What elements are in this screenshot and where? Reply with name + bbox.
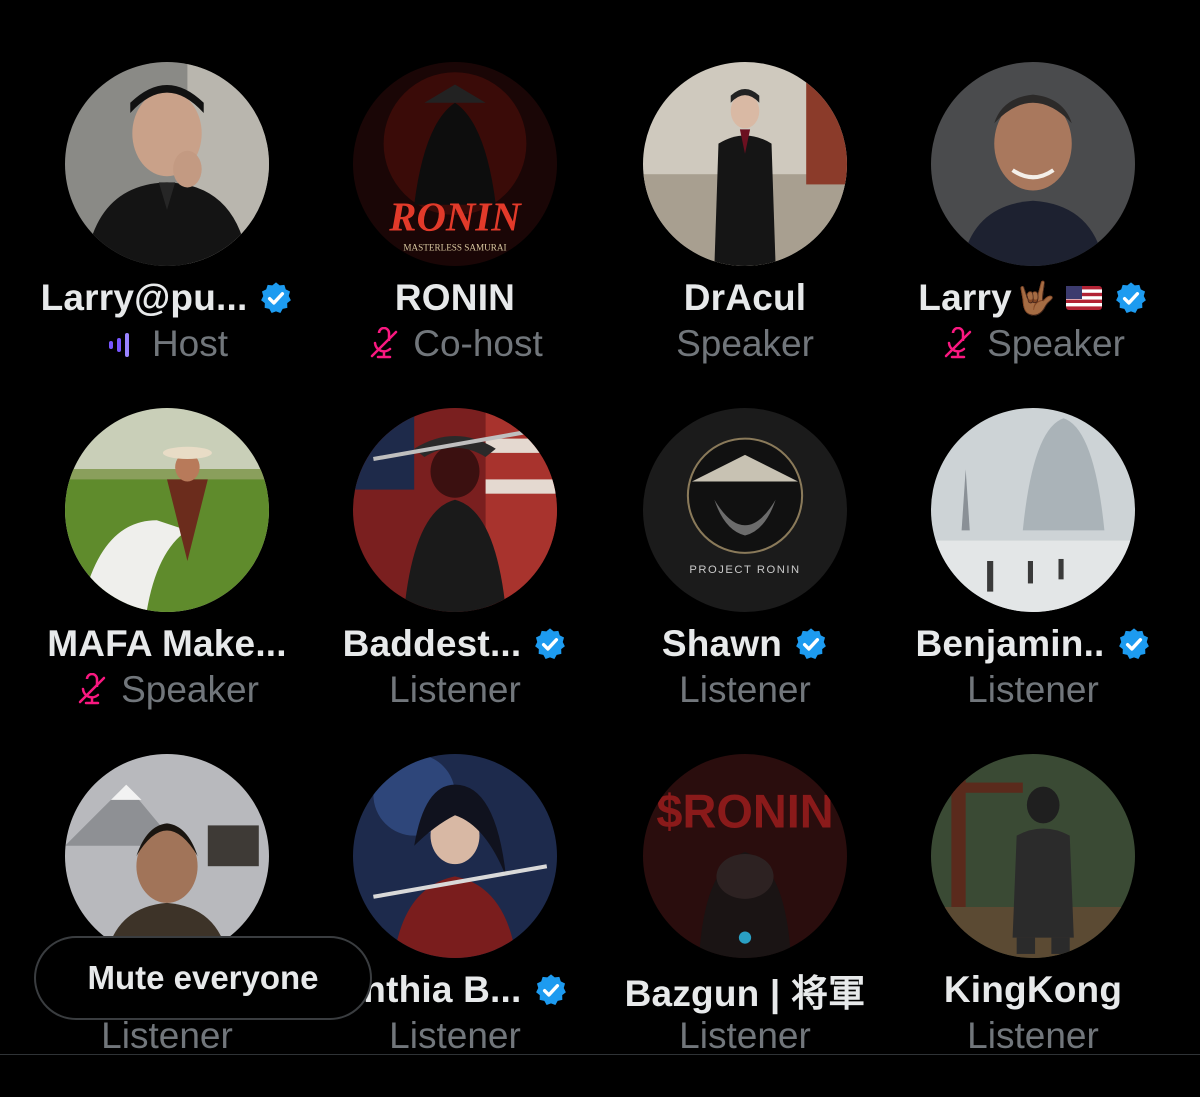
participant-role: Host <box>151 323 229 364</box>
participant-role: Listener <box>679 669 811 710</box>
participant-role: Listener <box>679 1015 811 1056</box>
avatar[interactable] <box>353 754 557 958</box>
divider <box>0 1054 1200 1055</box>
verified-badge-icon <box>1117 627 1151 661</box>
avatar[interactable]: $RONIN <box>643 754 847 958</box>
avatar[interactable]: PROJECT RONIN <box>643 408 847 612</box>
participant-card[interactable]: Larry 🤟🏾 Speaker <box>888 62 1178 402</box>
avatar[interactable]: RONIN MASTERLESS SAMURAI <box>353 62 557 266</box>
avatar-text: PROJECT RONIN <box>689 564 800 576</box>
participant-role: Co-host <box>413 323 543 364</box>
verified-badge-icon <box>259 281 293 315</box>
participant-card[interactable]: Baddest... Listener <box>310 408 600 748</box>
participant-name: RONIN <box>394 277 516 318</box>
verified-badge-icon <box>1114 281 1148 315</box>
participant-card[interactable]: RONIN MASTERLESS SAMURAI RONIN Co-host <box>310 62 600 402</box>
participant-card[interactable]: DrAcul Speaker <box>600 62 890 402</box>
participant-card[interactable]: Listener <box>22 754 312 1094</box>
avatar-subtext: MASTERLESS SAMURAI <box>403 243 506 253</box>
mic-muted-icon <box>941 327 975 361</box>
avatar[interactable] <box>931 754 1135 958</box>
avatar[interactable] <box>65 62 269 266</box>
participant-role: Listener <box>967 669 1099 710</box>
avatar[interactable] <box>931 62 1135 266</box>
verified-badge-icon <box>534 973 568 1007</box>
participant-name: Larry <box>918 277 1012 318</box>
mute-everyone-button[interactable]: Mute everyone <box>34 936 372 1020</box>
participant-role: Listener <box>101 1015 233 1056</box>
avatar-text: RONIN <box>388 194 522 239</box>
participant-name: DrAcul <box>683 277 807 318</box>
avatar[interactable] <box>931 408 1135 612</box>
participant-card[interactable]: KingKong Listener <box>888 754 1178 1094</box>
mic-muted-icon <box>367 327 401 361</box>
avatar-text: $RONIN <box>656 785 833 837</box>
participant-name: Bazgun | 将軍 <box>624 973 866 1014</box>
hand-sign-emoji: 🤟🏾 <box>1015 280 1056 316</box>
participant-role: Speaker <box>676 323 814 364</box>
participant-name: Larry@pu... <box>40 277 248 318</box>
avatar[interactable] <box>643 62 847 266</box>
participant-role: Speaker <box>987 323 1125 364</box>
avatar[interactable] <box>353 408 557 612</box>
participant-card[interactable]: MAFA Make... Speaker <box>22 408 312 748</box>
participant-card[interactable]: Larry@pu... Host <box>22 62 312 402</box>
participant-card[interactable]: ynthia B... Listener <box>310 754 600 1094</box>
participant-role: Listener <box>389 669 521 710</box>
participant-card[interactable]: Benjamin.. Listener <box>888 408 1178 748</box>
participant-role: Listener <box>389 1015 521 1056</box>
participant-card[interactable]: $RONIN Bazgun | 将軍 Listener <box>600 754 890 1094</box>
us-flag-icon <box>1065 286 1102 310</box>
participant-name: Shawn <box>661 623 783 664</box>
participant-name: KingKong <box>943 969 1123 1010</box>
speaking-bars-icon <box>106 327 140 361</box>
participant-role: Listener <box>967 1015 1099 1056</box>
participant-name: Baddest... <box>342 623 522 664</box>
mic-muted-icon <box>75 673 109 707</box>
verified-badge-icon <box>794 627 828 661</box>
participant-name: MAFA Make... <box>47 623 287 664</box>
participant-card[interactable]: PROJECT RONIN Shawn Listener <box>600 408 890 748</box>
participant-role: Speaker <box>121 669 259 710</box>
verified-badge-icon <box>533 627 567 661</box>
avatar[interactable] <box>65 754 269 958</box>
avatar[interactable] <box>65 408 269 612</box>
participant-name: Benjamin.. <box>915 623 1105 664</box>
